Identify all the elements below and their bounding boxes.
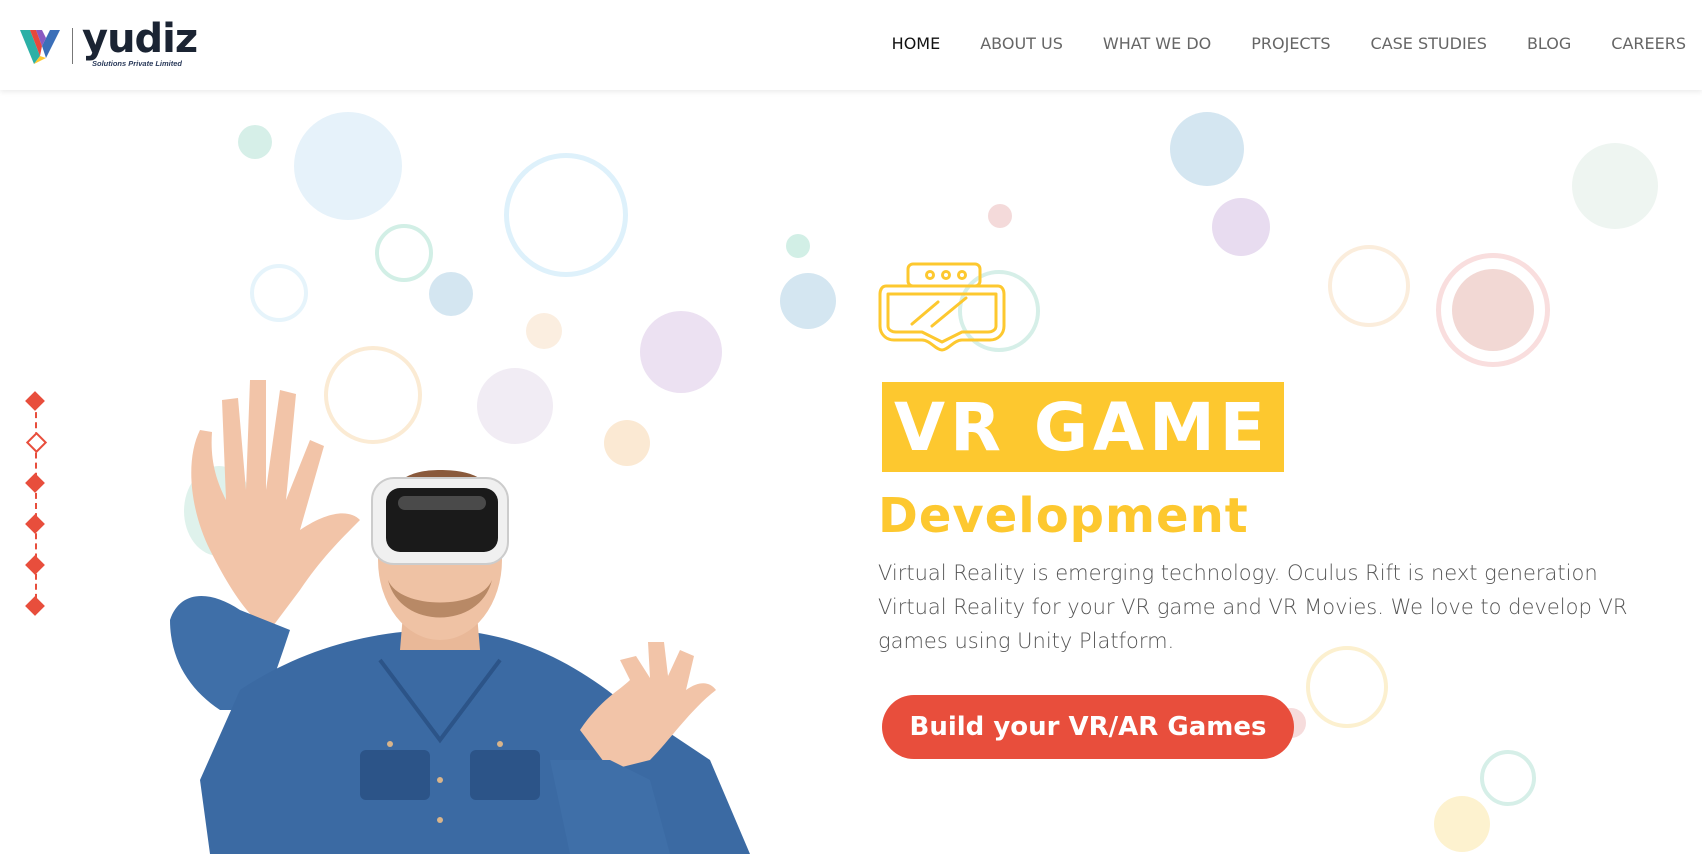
bubble: [1328, 245, 1410, 327]
brand-tagline: Solutions Private Limited: [92, 59, 183, 68]
bubble: [1434, 796, 1490, 852]
bubble: [1212, 198, 1270, 256]
slide-dot-3[interactable]: [25, 473, 45, 493]
hero-title-highlight: VR GAME: [882, 382, 1284, 472]
vr-headset-icon: [878, 262, 1006, 352]
slide-dot-6[interactable]: [25, 596, 45, 616]
logo-divider: [72, 28, 73, 64]
nav-about-us[interactable]: ABOUT US: [980, 34, 1063, 53]
bubble: [250, 264, 308, 322]
bubble: [1170, 112, 1244, 186]
bubble: [429, 272, 473, 316]
bubble: [786, 234, 810, 258]
bubble: [780, 273, 836, 329]
nav-case-studies[interactable]: CASE STUDIES: [1371, 34, 1487, 53]
nav-home[interactable]: HOME: [892, 34, 941, 53]
brand-logo[interactable]: yudiz Solutions Private Limited: [20, 16, 200, 70]
nav-careers[interactable]: CAREERS: [1611, 34, 1686, 53]
bubble: [375, 224, 433, 282]
slide-dot-2-active[interactable]: [25, 431, 48, 454]
nav-what-we-do[interactable]: WHAT WE DO: [1103, 34, 1211, 53]
nav-projects[interactable]: PROJECTS: [1251, 34, 1330, 53]
bubble: [1452, 269, 1534, 351]
main-nav: HOME ABOUT US WHAT WE DO PROJECTS CASE S…: [892, 34, 1686, 53]
bubble: [1572, 143, 1658, 229]
bubble: [988, 204, 1012, 228]
bubble: [526, 313, 562, 349]
slide-dot-5[interactable]: [25, 555, 45, 575]
person-with-vr-headset-image: [170, 380, 750, 854]
bubble: [294, 112, 402, 220]
nav-blog[interactable]: BLOG: [1527, 34, 1571, 53]
bubble: [1306, 646, 1388, 728]
hero-description: Virtual Reality is emerging technology. …: [878, 561, 1628, 653]
bubble: [504, 153, 628, 277]
brand-name: yudiz: [82, 16, 198, 62]
bubble: [238, 125, 272, 159]
hero-subtitle: Development: [878, 488, 1249, 544]
slide-dot-4[interactable]: [25, 514, 45, 534]
slide-indicator: [24, 391, 48, 624]
hero-title: VR GAME: [894, 389, 1270, 466]
yudiz-logo-mark-icon: [20, 30, 60, 64]
build-vr-ar-games-button[interactable]: Build your VR/AR Games: [882, 695, 1294, 759]
bubble: [1480, 750, 1536, 806]
slide-dot-1[interactable]: [25, 391, 45, 411]
site-header: yudiz Solutions Private Limited HOME ABO…: [0, 0, 1702, 90]
